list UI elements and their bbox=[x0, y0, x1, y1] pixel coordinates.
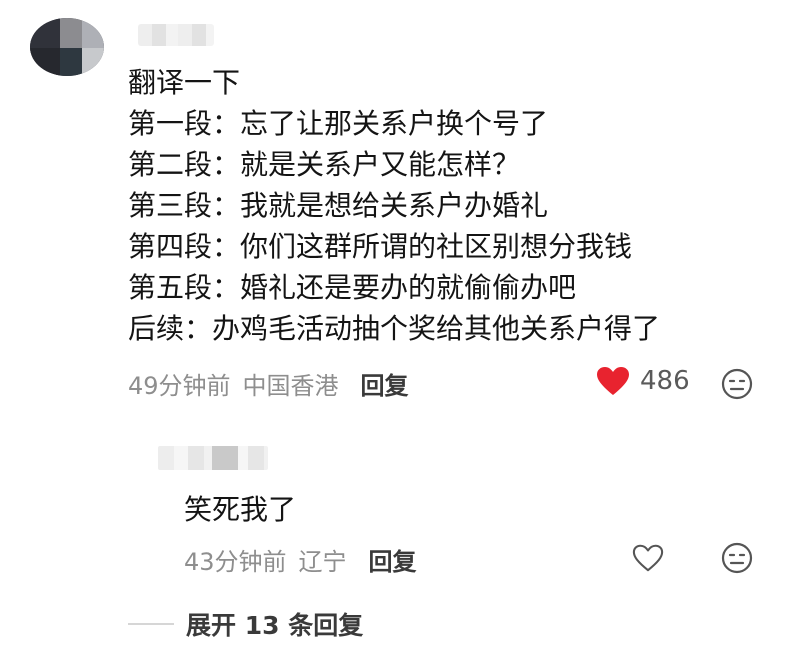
comment-body: 翻译一下 第一段：忘了让那关系户换个号了 第二段：就是关系户又能怎样？ 第三段：… bbox=[128, 62, 660, 349]
heart-outline-icon[interactable] bbox=[632, 543, 664, 577]
like-count: 486 bbox=[640, 366, 690, 396]
reply-body: 笑死我了 bbox=[184, 493, 297, 526]
avatar[interactable] bbox=[30, 18, 104, 76]
comment-line: 第四段：你们这群所谓的社区别想分我钱 bbox=[128, 230, 633, 263]
reply-meta: 43分钟前 辽宁 回复 bbox=[184, 542, 417, 577]
comment-line: 第二段：就是关系户又能怎样？ bbox=[128, 148, 521, 181]
reply-button[interactable]: 回复 bbox=[361, 366, 409, 401]
expand-replies-label: 展开 13 条回复 bbox=[186, 611, 364, 640]
reply-username[interactable] bbox=[158, 446, 268, 470]
dislike-face-icon[interactable] bbox=[721, 542, 753, 578]
heart-filled-icon bbox=[596, 366, 630, 396]
like-button[interactable]: 486 bbox=[596, 366, 690, 396]
comment-location: 中国香港 bbox=[242, 372, 339, 400]
expand-replies-button[interactable]: 展开 13 条回复 bbox=[128, 606, 363, 642]
comment-line: 后续：办鸡毛活动抽个奖给其他关系户得了 bbox=[128, 312, 661, 345]
reply-location: 辽宁 bbox=[298, 548, 347, 576]
comment-line: 第三段：我就是想给关系户办婚礼 bbox=[128, 189, 549, 222]
comment-line: 翻译一下 bbox=[128, 66, 241, 99]
comment-line: 第五段：婚礼还是要办的就偷偷办吧 bbox=[128, 271, 577, 304]
divider bbox=[128, 623, 174, 625]
comment-meta: 49分钟前 中国香港 回复 bbox=[128, 366, 409, 401]
reply-time: 43分钟前 bbox=[184, 548, 287, 576]
comment-time: 49分钟前 bbox=[128, 372, 231, 400]
comment-line: 第一段：忘了让那关系户换个号了 bbox=[128, 107, 549, 140]
username[interactable] bbox=[138, 24, 214, 46]
dislike-face-icon[interactable] bbox=[721, 368, 753, 404]
reply-button[interactable]: 回复 bbox=[369, 542, 417, 577]
